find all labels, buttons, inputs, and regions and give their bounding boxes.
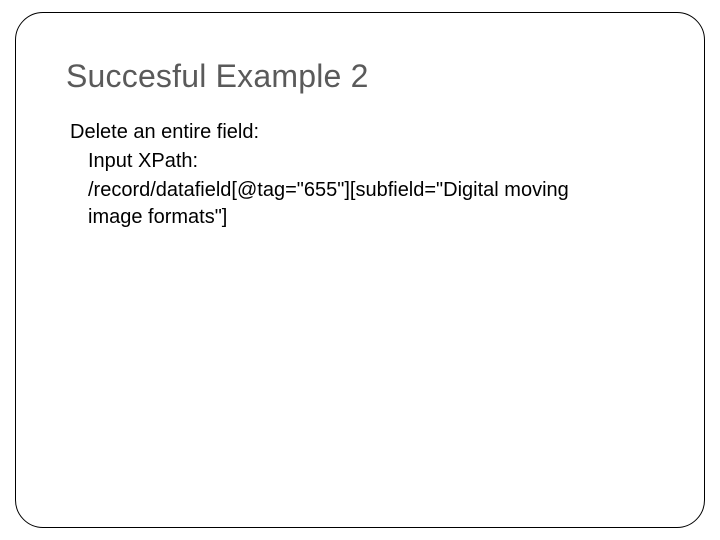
input-label: Input XPath: [70,148,654,175]
content-heading: Delete an entire field: [70,119,654,146]
xpath-value: /record/datafield[@tag="655"][subfield="… [70,177,610,231]
slide-frame: Succesful Example 2 Delete an entire fie… [15,12,705,528]
slide-title: Succesful Example 2 [66,58,654,95]
slide-content: Delete an entire field: Input XPath: /re… [66,119,654,231]
